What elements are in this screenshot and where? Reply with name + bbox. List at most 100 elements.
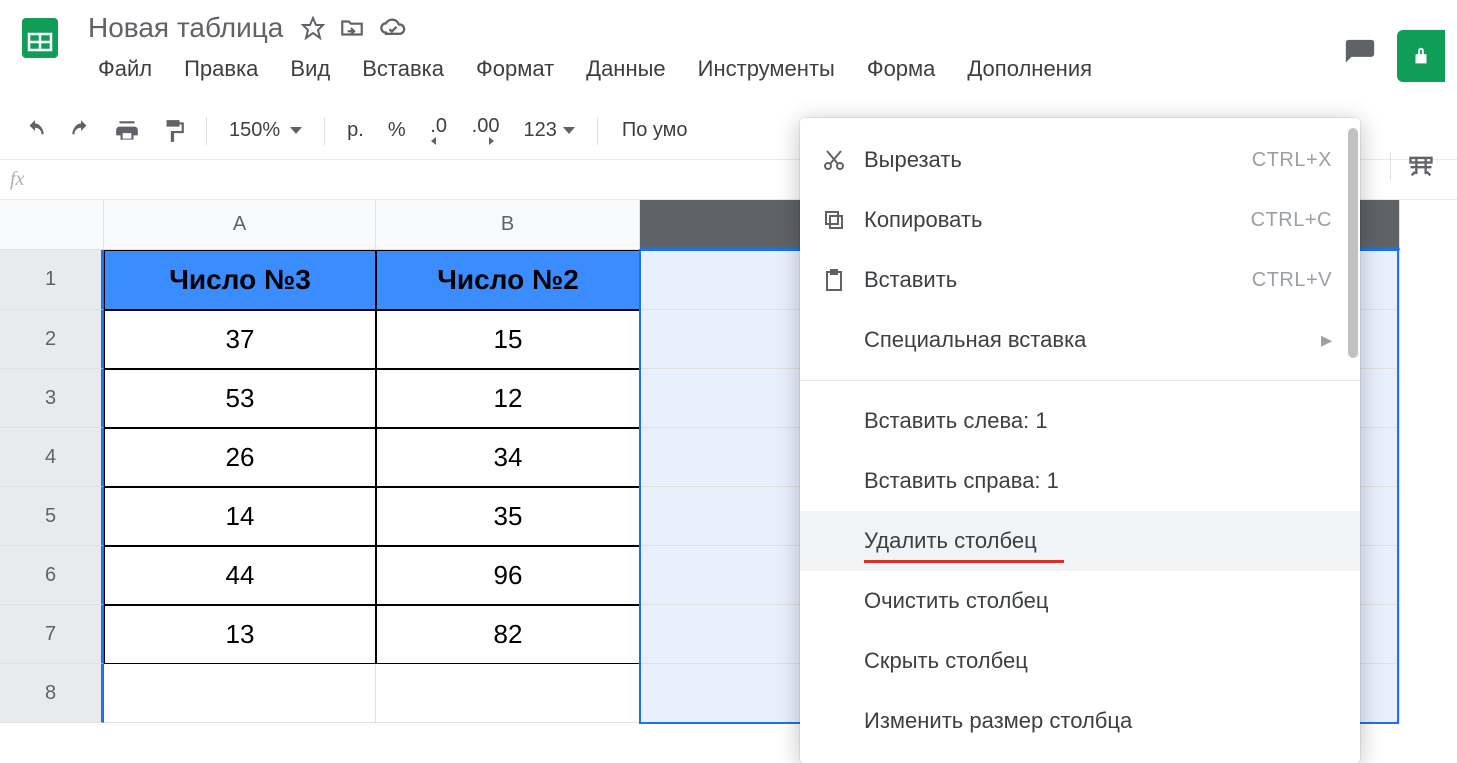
cloud-saved-icon[interactable] [379,14,407,42]
header-right [1343,10,1445,82]
row-header[interactable]: 4 [0,428,104,487]
ctx-hide-column[interactable]: Скрыть столбец [800,631,1360,691]
menu-tools[interactable]: Инструменты [684,52,849,86]
ctx-label: Вставить слева: 1 [822,408,1332,434]
sheets-logo[interactable] [12,10,68,66]
menu-view[interactable]: Вид [276,52,344,86]
select-all-corner[interactable] [0,200,104,250]
menu-form[interactable]: Форма [853,52,950,86]
row-header[interactable]: 3 [0,369,104,428]
ctx-separator [800,380,1360,381]
ctx-label: Специальная вставка [822,327,1321,353]
cut-icon [822,148,864,172]
cell[interactable]: 53 [104,369,376,428]
zoom-value: 150% [229,119,280,142]
ctx-label: Вставить справа: 1 [822,468,1332,494]
cell[interactable]: Число №3 [104,250,376,310]
ctx-paste[interactable]: Вставить CTRL+V [800,250,1360,310]
ctx-label: Очистить столбец [822,588,1332,614]
row-header[interactable]: 5 [0,487,104,546]
toolbar-separator [324,117,325,145]
ctx-shortcut: CTRL+X [1252,149,1332,172]
ctx-cut[interactable]: Вырезать CTRL+X [800,130,1360,190]
ctx-label: Изменить размер столбца [822,708,1332,734]
cell[interactable]: 26 [104,428,376,487]
doc-title[interactable]: Новая таблица [84,10,287,46]
title-row: Новая таблица [84,10,1343,52]
redo-button[interactable] [60,112,102,150]
cell[interactable]: 13 [104,605,376,664]
row-header[interactable]: 6 [0,546,104,605]
menu-insert[interactable]: Вставка [348,52,458,86]
chevron-down-icon [290,127,302,134]
highlight-underline [864,560,1064,563]
cell[interactable]: 14 [104,487,376,546]
ctx-insert-right[interactable]: Вставить справа: 1 [800,451,1360,511]
ctx-delete-column[interactable]: Удалить столбец [800,511,1360,571]
ctx-resize-column[interactable]: Изменить размер столбца [800,691,1360,751]
ctx-shortcut: CTRL+C [1251,209,1332,232]
ctx-label: Вырезать [864,147,1252,173]
star-icon[interactable] [301,16,325,40]
menubar: Файл Правка Вид Вставка Формат Данные Ин… [84,52,1343,86]
cell[interactable]: Число №2 [376,250,640,310]
comments-icon[interactable] [1343,37,1377,76]
cell[interactable]: 12 [376,369,640,428]
menu-data[interactable]: Данные [572,52,679,86]
toolbar-right [1382,146,1443,186]
paint-format-button[interactable] [152,112,194,150]
ctx-insert-left[interactable]: Вставить слева: 1 [800,391,1360,451]
ctx-label: Копировать [864,207,1251,233]
ctx-label: Скрыть столбец [822,648,1332,674]
increase-decimal-button[interactable]: .00 [462,112,510,150]
move-folder-icon[interactable] [339,15,365,41]
cell[interactable]: 15 [376,310,640,369]
ctx-clear-column[interactable]: Очистить столбец [800,571,1360,631]
toolbar-separator [597,117,598,145]
ctx-shortcut: CTRL+V [1252,269,1332,292]
number-format-button[interactable]: 123 [513,115,584,146]
cell[interactable]: 44 [104,546,376,605]
menu-edit[interactable]: Правка [170,52,272,86]
toolbar-separator [206,117,207,145]
title-area: Новая таблица Файл Правка Вид Вставка Фо… [84,10,1343,86]
col-header-a[interactable]: A [104,200,376,250]
row-header[interactable]: 1 [0,250,104,310]
chevron-right-icon: ▸ [1321,327,1332,353]
paste-icon [822,268,864,292]
share-button[interactable] [1397,30,1445,82]
header: Новая таблица Файл Правка Вид Вставка Фо… [0,0,1457,86]
menu-format[interactable]: Формат [462,52,568,86]
row-header[interactable]: 8 [0,664,104,723]
scrollbar-thumb[interactable] [1348,128,1358,358]
chevron-down-icon [563,127,575,134]
decrease-decimal-button[interactable]: .0 [420,112,458,150]
row-header[interactable]: 2 [0,310,104,369]
toolbar-separator [1390,152,1391,180]
print-button[interactable] [106,112,148,150]
cell[interactable] [104,664,376,723]
cell[interactable]: 96 [376,546,640,605]
ctx-label: Вставить [864,267,1252,293]
cell[interactable]: 35 [376,487,640,546]
ctx-copy[interactable]: Копировать CTRL+C [800,190,1360,250]
cell[interactable] [376,664,640,723]
col-header-b[interactable]: B [376,200,640,250]
font-select[interactable]: По умо [610,115,700,146]
fx-label: fx [10,168,24,191]
menu-addons[interactable]: Дополнения [953,52,1106,86]
menu-file[interactable]: Файл [84,52,166,86]
copy-icon [822,208,864,232]
row-header[interactable]: 7 [0,605,104,664]
cell[interactable]: 37 [104,310,376,369]
ctx-label: Удалить столбец [822,528,1332,554]
filter-views-button[interactable] [1399,146,1443,186]
currency-button[interactable]: р. [337,115,374,146]
cell[interactable]: 34 [376,428,640,487]
context-menu: Вырезать CTRL+X Копировать CTRL+C Встави… [800,118,1360,763]
ctx-paste-special[interactable]: Специальная вставка ▸ [800,310,1360,370]
cell[interactable]: 82 [376,605,640,664]
undo-button[interactable] [14,112,56,150]
zoom-select[interactable]: 150% [219,115,312,146]
percent-button[interactable]: % [378,115,416,146]
